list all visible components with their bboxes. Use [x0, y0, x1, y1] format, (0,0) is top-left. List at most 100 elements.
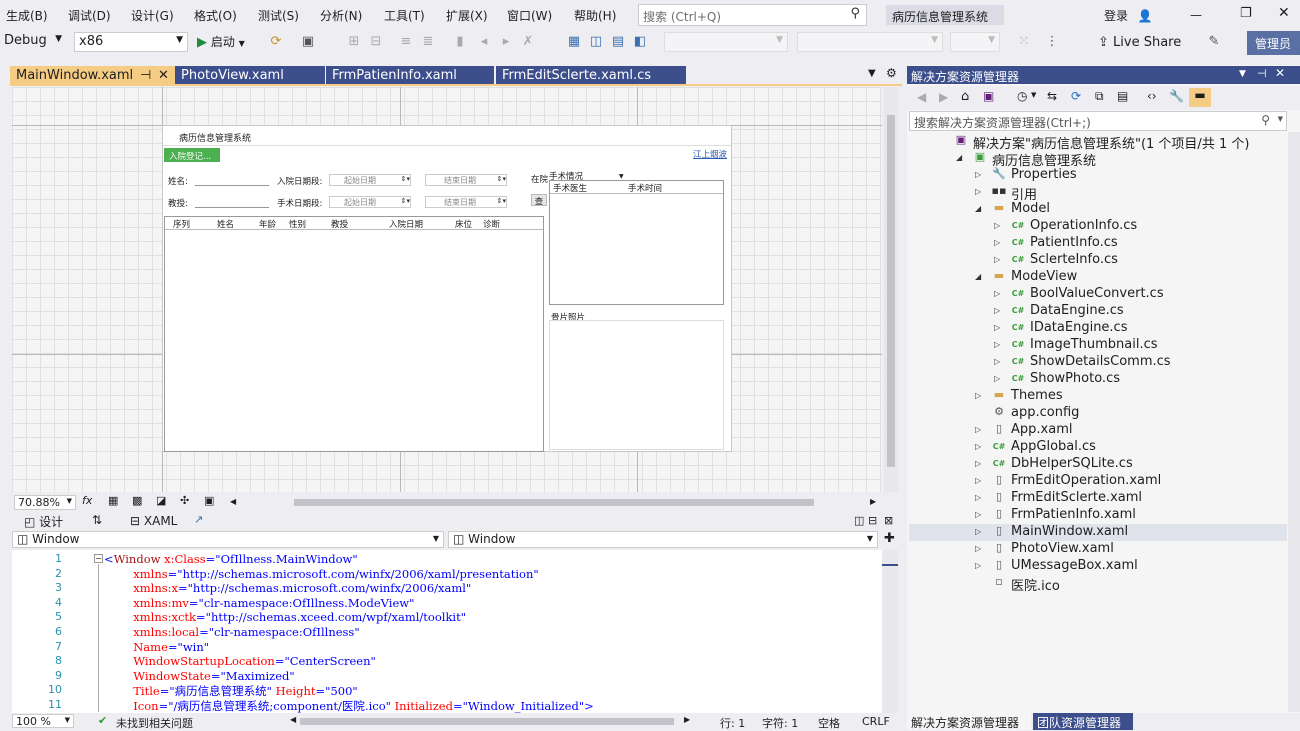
collapsed-icon[interactable]: ▷	[994, 221, 1004, 230]
collapsed-icon[interactable]: ▷	[994, 238, 1004, 247]
scroll-right-icon[interactable]: ▶	[870, 497, 876, 506]
collapsed-icon[interactable]: ▷	[975, 391, 985, 400]
gear-icon[interactable]: ⚙	[886, 66, 897, 80]
query-button[interactable]: 查	[531, 194, 547, 207]
code-vscroll[interactable]	[882, 550, 898, 713]
scroll-left-icon[interactable]: ◀	[290, 715, 296, 724]
close-icon[interactable]: ✕	[1278, 5, 1290, 21]
tab-dropdown-icon[interactable]: ▼	[868, 68, 876, 79]
collapse-all-icon[interactable]: ⧉	[1095, 89, 1104, 104]
line-indicator[interactable]: 行: 1	[720, 715, 745, 731]
tree-item[interactable]: ▷ ▯ FrmPatienInfo.xaml	[909, 507, 1287, 524]
collapsed-icon[interactable]: ▷	[975, 561, 985, 570]
collapsed-icon[interactable]: ▷	[975, 442, 985, 451]
expanded-icon[interactable]: ◢	[975, 272, 985, 281]
tree-item[interactable]: ▷ C# IDataEngine.cs	[909, 320, 1287, 337]
disabled-select[interactable]: ▼	[797, 32, 943, 52]
collapsed-icon[interactable]: ▷	[994, 289, 1004, 298]
tab-mainwindow[interactable]: MainWindow.xaml ⊣ ✕	[10, 66, 175, 85]
scroll-left-icon[interactable]: ◀	[230, 497, 236, 506]
tree-vscroll[interactable]	[1288, 132, 1300, 712]
collapsed-icon[interactable]: ▷	[975, 187, 985, 196]
close-icon[interactable]: ✕	[158, 68, 169, 83]
tab-frmpatieninfo[interactable]: FrmPatienInfo.xaml	[326, 66, 494, 85]
code-editor[interactable]: − 1 <Window x:Class="OfIllness.MainWindow…	[12, 550, 882, 713]
preview-toggle[interactable]: ▬	[1189, 88, 1211, 107]
expanded-icon[interactable]: ◢	[956, 153, 966, 162]
tree-item[interactable]: ▷ C# SclerteInfo.cs	[909, 252, 1287, 269]
align-icon[interactable]: ⊟	[368, 34, 384, 50]
disabled-select[interactable]: ▼	[950, 32, 1000, 52]
tab-design[interactable]: ◰ 设计	[24, 513, 63, 530]
tree-item[interactable]: ◢ ▣ 病历信息管理系统	[909, 150, 1287, 169]
menu-extensions[interactable]: 扩展(X)	[446, 7, 488, 24]
tree-item[interactable]: ▷ C# DbHelperSQLite.cs	[909, 456, 1287, 473]
tree-item[interactable]: ▷ C# ImageThumbnail.cs	[909, 337, 1287, 354]
tree-item[interactable]: ▷ ▯ UMessageBox.xaml	[909, 558, 1287, 575]
add-split-icon[interactable]: ✚	[884, 531, 895, 546]
popout-icon[interactable]: ↗	[194, 513, 203, 526]
refresh-icon[interactable]: ⟳	[268, 34, 284, 50]
close-icon[interactable]: ✕	[1275, 66, 1285, 80]
expanded-icon[interactable]: ◢	[975, 204, 985, 213]
tree-item[interactable]: ▷ 🔧 Properties	[909, 167, 1287, 184]
collapsed-icon[interactable]: ▷	[994, 306, 1004, 315]
admit-start-date[interactable]: 起始日期 ⇕▾	[329, 174, 411, 186]
tree-item[interactable]: ▷ C# PatientInfo.cs	[909, 235, 1287, 252]
tree-item[interactable]: ▷ ▯ PhotoView.xaml	[909, 541, 1287, 558]
doctor-input[interactable]	[195, 207, 269, 208]
tree-item[interactable]: ▷ ▯ FrmEditSclerte.xaml	[909, 490, 1287, 507]
pin-icon[interactable]: ⊣	[1257, 67, 1267, 80]
feedback-icon[interactable]: ✎	[1206, 34, 1222, 50]
collapse-pane-icon[interactable]: ⊠	[884, 514, 893, 527]
element-select-right[interactable]: ◫ Window ▼	[448, 531, 878, 548]
tree-item[interactable]: ◢ ▬ ModeView	[909, 269, 1287, 286]
grid-icon[interactable]: ▦	[108, 494, 118, 507]
configuration-select[interactable]: Debug ▼	[0, 32, 66, 52]
patients-grid[interactable]: 序列 姓名 年龄 性别 教授 入院日期 床位 诊断	[164, 216, 544, 452]
code-zoom-select[interactable]: 100 % ▼	[12, 714, 74, 728]
collapsed-icon[interactable]: ▷	[994, 255, 1004, 264]
disabled-select[interactable]: ▼	[664, 32, 788, 52]
history-icon[interactable]: ◷	[1017, 89, 1027, 103]
photo-panel[interactable]	[549, 320, 724, 450]
horizontal-split-icon[interactable]: ⊟	[868, 514, 877, 527]
menu-debug[interactable]: 调试(D)	[68, 7, 111, 24]
tree-item[interactable]: ▷ C# OperationInfo.cs	[909, 218, 1287, 235]
indent-icon[interactable]: ≡	[398, 34, 414, 50]
preview-window[interactable]: 病历信息管理系统 入院登记... 江上烟波 姓名: 入院日期段: 起始日期 ⇕▾ …	[162, 125, 732, 452]
tab-solution-explorer[interactable]: 解决方案资源管理器	[907, 713, 1031, 730]
formula-icon[interactable]: fx	[82, 494, 92, 507]
layout-icon[interactable]: ▦	[566, 34, 582, 50]
menu-test[interactable]: 测试(S)	[258, 7, 299, 24]
tab-xaml[interactable]: ⊟ XAML	[130, 514, 177, 528]
collapse-icon[interactable]: −	[94, 554, 103, 563]
eol-indicator[interactable]: CRLF	[862, 715, 890, 728]
swap-panes-button[interactable]: ⇅	[92, 513, 102, 527]
sync-icon[interactable]: ⇆	[1047, 89, 1057, 103]
snap-line-icon[interactable]: ✣	[180, 494, 189, 507]
properties-icon[interactable]: 🔧	[1169, 89, 1184, 103]
restore-icon[interactable]: ❐	[1240, 6, 1252, 21]
tree-item[interactable]: ▷ ▪▪ 引用	[909, 184, 1287, 203]
menu-window[interactable]: 窗口(W)	[507, 7, 552, 24]
issues-status[interactable]: 未找到相关问题	[116, 715, 193, 731]
forward-icon[interactable]: ▶	[939, 90, 948, 104]
operations-grid[interactable]: 手术医生 手术时间	[549, 180, 724, 305]
menu-design[interactable]: 设计(G)	[131, 7, 174, 24]
bookmark-icon[interactable]: ▮	[452, 34, 468, 50]
admin-badge[interactable]: 管理员	[1247, 31, 1300, 55]
platform-select[interactable]: x86 ▼	[74, 32, 188, 52]
menu-tools[interactable]: 工具(T)	[384, 7, 425, 24]
snap-grid-icon[interactable]: ▩	[132, 494, 142, 507]
tree-item[interactable]: ◢ ▬ Model	[909, 201, 1287, 218]
outdent-icon[interactable]: ≣	[420, 34, 436, 50]
tree-item[interactable]: ▷ C# BoolValueConvert.cs	[909, 286, 1287, 303]
char-indicator[interactable]: 字符: 1	[762, 715, 798, 731]
whitespace-indicator[interactable]: 空格	[818, 715, 840, 731]
surgery-start-date[interactable]: 起始日期 ⇕▾	[329, 196, 411, 208]
collapsed-icon[interactable]: ▷	[975, 510, 985, 519]
vertical-split-icon[interactable]: ◫	[854, 514, 864, 527]
menu-build[interactable]: 生成(B)	[6, 7, 48, 24]
tab-frmeditsclerte[interactable]: FrmEditSclerte.xaml.cs	[496, 66, 686, 85]
